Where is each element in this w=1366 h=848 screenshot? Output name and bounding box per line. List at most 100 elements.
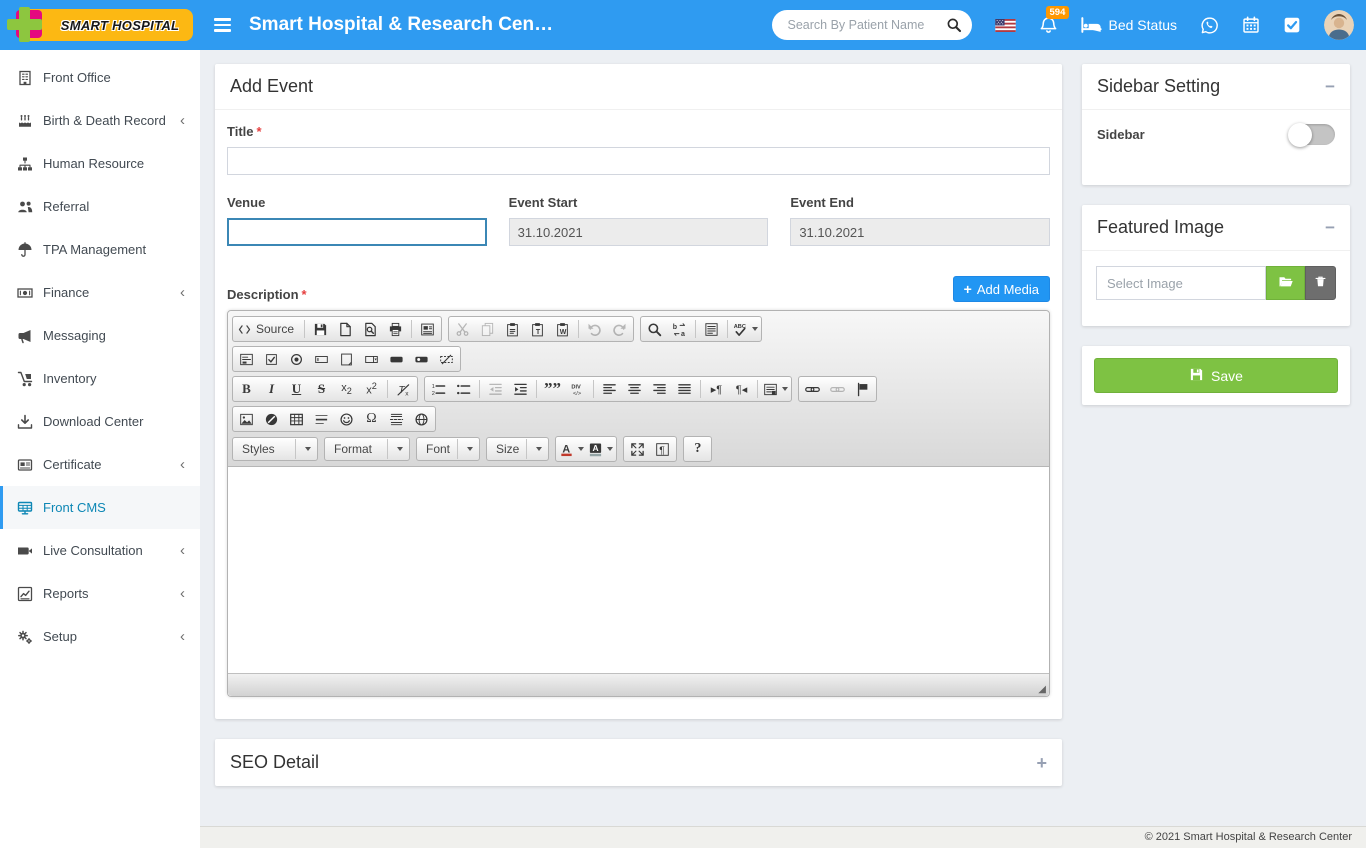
editor-justifycenter-button[interactable]	[622, 378, 647, 400]
editor-table-button[interactable]	[284, 408, 309, 430]
editor-font-combo[interactable]: Font	[416, 437, 480, 461]
editor-removeformat-button[interactable]: Tx	[391, 378, 416, 400]
editor-textcolor-button[interactable]: A	[557, 438, 586, 460]
editor-justifyblock-button[interactable]	[672, 378, 697, 400]
seo-detail-card[interactable]: SEO Detail +	[215, 739, 1062, 786]
browse-image-button[interactable]	[1266, 266, 1305, 300]
editor-horizontalrule-button[interactable]	[309, 408, 334, 430]
editor-bulletedlist-button[interactable]	[451, 378, 476, 400]
sidebar-toggle-switch[interactable]	[1289, 124, 1335, 145]
editor-textarea-button[interactable]	[334, 348, 359, 370]
save-button[interactable]: Save	[1094, 358, 1338, 393]
editor-flash-button[interactable]	[259, 408, 284, 430]
editor-bidirtl-button[interactable]: ¶◂	[729, 378, 754, 400]
editor-bgcolor-button[interactable]: A	[586, 438, 615, 460]
editor-size-combo[interactable]: Size	[486, 437, 549, 461]
sidebar-item-download-center[interactable]: Download Center	[0, 400, 200, 443]
sidebar-toggle-button[interactable]	[210, 14, 235, 36]
editor-button-button[interactable]	[384, 348, 409, 370]
sidebar-item-tpa-management[interactable]: TPA Management	[0, 228, 200, 271]
editor-selectall-button[interactable]	[699, 318, 724, 340]
sidebar-item-finance[interactable]: Finance‹	[0, 271, 200, 314]
editor-smiley-button[interactable]	[334, 408, 359, 430]
editor-imagebutton-button[interactable]	[409, 348, 434, 370]
patient-search-input[interactable]	[786, 17, 946, 33]
editor-link-button[interactable]	[800, 378, 825, 400]
search-icon[interactable]	[946, 17, 962, 33]
nav-bell[interactable]: 594	[1039, 16, 1058, 35]
editor-subscript-button[interactable]: x2	[334, 378, 359, 400]
editor-form-button[interactable]	[234, 348, 259, 370]
editor-save-button[interactable]	[308, 318, 333, 340]
editor-print-button[interactable]	[383, 318, 408, 340]
collapse-icon[interactable]: −	[1325, 219, 1335, 236]
remove-image-button[interactable]	[1305, 266, 1336, 300]
editor-iframe-button[interactable]	[409, 408, 434, 430]
editor-format-combo[interactable]: Format	[324, 437, 410, 461]
editor-resize-handle[interactable]: ◢	[1038, 684, 1046, 695]
sidebar-item-reports[interactable]: Reports‹	[0, 572, 200, 615]
sidebar-item-messaging[interactable]: Messaging	[0, 314, 200, 357]
editor-showblocks-button[interactable]: ¶	[650, 438, 675, 460]
editor-hiddenfield-button[interactable]	[434, 348, 459, 370]
sidebar-item-referral[interactable]: Referral	[0, 185, 200, 228]
editor-justifyright-button[interactable]	[647, 378, 672, 400]
editor-italic-button[interactable]: I	[259, 378, 284, 400]
editor-superscript-button[interactable]: x2	[359, 378, 384, 400]
nav-bed-bed-status[interactable]: Bed Status	[1081, 17, 1178, 33]
editor-blockquote-button[interactable]: ””	[540, 378, 565, 400]
editor-anchor-button[interactable]	[850, 378, 875, 400]
expand-icon[interactable]: +	[1036, 754, 1047, 772]
editor-numberedlist-button[interactable]: 12	[426, 378, 451, 400]
nav-calendar[interactable]	[1242, 16, 1260, 34]
sidebar-item-front-cms[interactable]: Front CMS	[0, 486, 200, 529]
user-avatar[interactable]	[1324, 10, 1354, 40]
editor-select-button[interactable]	[359, 348, 384, 370]
editor-bidiltr-button[interactable]: ▸¶	[704, 378, 729, 400]
nav-avatar[interactable]	[1324, 10, 1354, 40]
sidebar-item-setup[interactable]: Setup‹	[0, 615, 200, 658]
editor-checkbox-button[interactable]	[259, 348, 284, 370]
editor-templates-button[interactable]	[415, 318, 440, 340]
editor-strike-button[interactable]: S	[309, 378, 334, 400]
editor-image-button[interactable]	[234, 408, 259, 430]
nav-flag-us[interactable]	[995, 19, 1016, 32]
editor-find-button[interactable]	[642, 318, 667, 340]
sidebar-item-certificate[interactable]: Certificate‹	[0, 443, 200, 486]
editor-preview-button[interactable]	[358, 318, 383, 340]
editor-paste-word-button[interactable]: W	[550, 318, 575, 340]
editor-textfield-button[interactable]	[309, 348, 334, 370]
venue-input[interactable]	[227, 218, 487, 246]
sidebar-item-birth-death-record[interactable]: Birth & Death Record‹	[0, 99, 200, 142]
sidebar-item-inventory[interactable]: Inventory	[0, 357, 200, 400]
sidebar-item-human-resource[interactable]: Human Resource	[0, 142, 200, 185]
sidebar-item-front-office[interactable]: Front Office	[0, 56, 200, 99]
editor-bold-button[interactable]: B	[234, 378, 259, 400]
editor-content-area[interactable]	[228, 467, 1049, 673]
editor-paste-text-button[interactable]: T	[525, 318, 550, 340]
editor-maximize-button[interactable]	[625, 438, 650, 460]
editor-underline-button[interactable]: U	[284, 378, 309, 400]
add-media-button[interactable]: + Add Media	[953, 276, 1050, 302]
event-start-input[interactable]	[509, 218, 769, 246]
nav-check-square[interactable]	[1283, 16, 1301, 34]
event-end-input[interactable]	[790, 218, 1050, 246]
editor-creatediv-button[interactable]: DIV</>	[565, 378, 590, 400]
editor-indent-button[interactable]	[508, 378, 533, 400]
editor-pagebreak-button[interactable]	[384, 408, 409, 430]
editor-scayt-button[interactable]: ABC	[731, 318, 760, 340]
editor-justifyleft-button[interactable]	[597, 378, 622, 400]
editor-source-button[interactable]: Source	[234, 318, 301, 340]
collapse-icon[interactable]: −	[1325, 78, 1335, 95]
app-logo[interactable]: SMART HOSPITAL	[7, 9, 194, 41]
editor-radio-button[interactable]	[284, 348, 309, 370]
editor-paste-button[interactable]	[500, 318, 525, 340]
editor-specialchar-button[interactable]: Ω	[359, 408, 384, 430]
editor-language-button[interactable]	[761, 378, 790, 400]
editor-styles-combo[interactable]: Styles	[232, 437, 318, 461]
editor-replace-button[interactable]: ba	[667, 318, 692, 340]
title-input[interactable]	[227, 147, 1050, 175]
editor-about-button[interactable]: ?	[685, 438, 710, 460]
select-image-input[interactable]	[1096, 266, 1266, 300]
editor-newpage-button[interactable]	[333, 318, 358, 340]
